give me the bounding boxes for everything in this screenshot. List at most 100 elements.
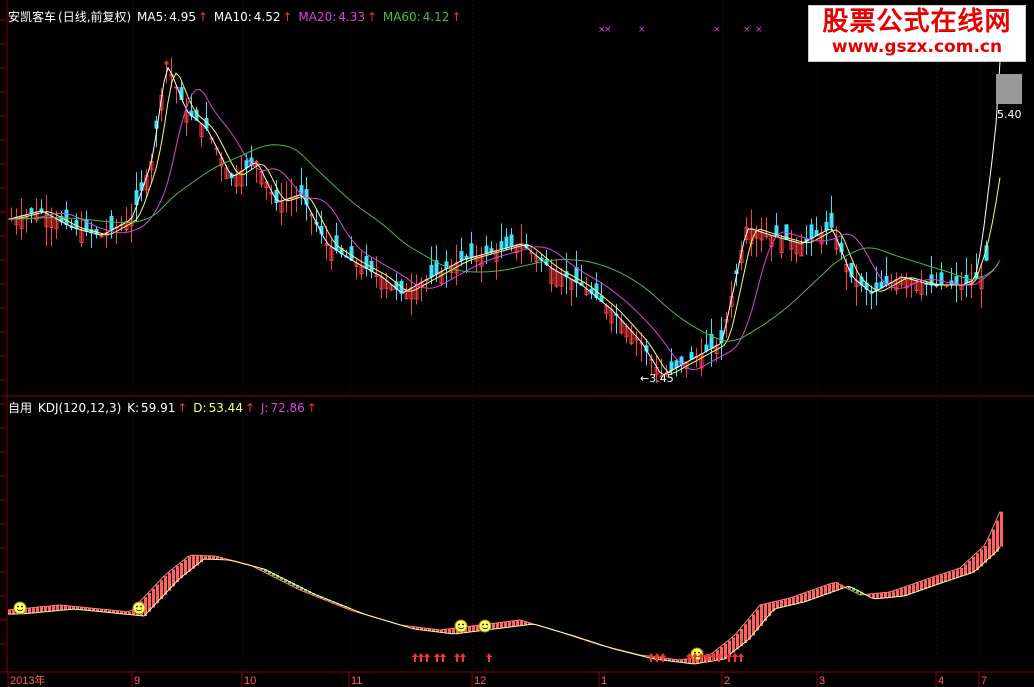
kdj-bar	[504, 622, 507, 628]
candle-body	[39, 208, 44, 212]
up-arrow-icon: ↑	[306, 401, 317, 415]
watermark-logo: 股票公式在线网 www.gszx.com.cn	[808, 5, 1026, 62]
candle-body	[429, 264, 434, 278]
candle-body	[29, 208, 34, 214]
kdj-bar	[52, 605, 55, 612]
kdj-bar	[892, 591, 895, 598]
cross-marker: ×	[713, 25, 721, 35]
kdj-bar	[492, 623, 495, 630]
kdj-bar	[872, 593, 875, 598]
left-axis-ticks	[0, 19, 6, 645]
candle-body	[499, 241, 504, 250]
candlesticks	[9, 57, 989, 384]
time-axis-label: 7	[981, 675, 987, 687]
kdj-bar	[44, 606, 47, 612]
kdj-bar	[36, 607, 39, 613]
d-label: D:	[193, 401, 207, 415]
candle-body	[469, 243, 474, 258]
indicator-params: KDJ(120,12,3)	[37, 401, 122, 415]
k-value: 59.91	[141, 401, 176, 415]
up-arrow-icon: ↑	[366, 10, 378, 24]
kdj-bar	[988, 538, 991, 560]
time-axis-label: 3	[819, 675, 825, 687]
up-arrow-icon: ↑	[244, 401, 256, 415]
up-arrow-icon: ↑	[177, 401, 188, 415]
kdj-bar	[452, 628, 455, 634]
signal-markers: ×× × × × ×	[13, 25, 763, 662]
kdj-bar	[508, 621, 511, 628]
k-label: K:	[127, 401, 140, 415]
indicator-name: 自用	[8, 401, 33, 415]
stock-chart[interactable]: ×× × × × × 2013年 9 10 11 12 1 2 3 4 7	[0, 0, 1034, 687]
ma5-value: 4.95	[169, 10, 196, 24]
kdj-bar	[8, 610, 11, 614]
smiley-icon	[132, 601, 146, 615]
candle-body	[459, 251, 464, 261]
kdj-bar	[448, 629, 451, 634]
grid-dots	[132, 0, 981, 672]
smiley-eye	[21, 605, 23, 608]
kdj-indicator	[7, 511, 1003, 665]
kdj-bar	[896, 589, 899, 597]
candle-body	[364, 255, 369, 269]
kdj-bar	[792, 597, 795, 605]
kdj-bar	[60, 605, 63, 611]
kdj-bar	[888, 592, 891, 598]
kdj-bar	[444, 629, 447, 633]
kdj-bar	[516, 620, 519, 627]
kdj-bar	[56, 605, 59, 611]
buy-arrow-icon	[424, 653, 430, 662]
cross-marker: ×	[638, 25, 646, 35]
kdj-bar	[500, 622, 503, 629]
time-axis-label: 10	[244, 675, 256, 687]
candle-body	[689, 352, 694, 360]
smiley-eye	[136, 605, 138, 608]
candle-body	[669, 361, 674, 371]
high-marker-box	[996, 74, 1022, 104]
kdj-bar	[876, 593, 879, 599]
kdj-bar	[472, 626, 475, 632]
smiley-icon	[13, 601, 27, 615]
ma20-label: MA20:	[298, 10, 337, 24]
buy-arrow-icon	[412, 653, 418, 662]
j-label: J:	[260, 401, 269, 415]
buy-arrow-icon	[418, 653, 424, 662]
candle-body	[349, 246, 354, 261]
candle-body	[829, 212, 834, 228]
ma60-value: 4.12	[422, 10, 450, 24]
kdj-bar	[968, 560, 971, 574]
cross-marker: ×	[755, 25, 763, 35]
kdj-bar	[684, 659, 687, 663]
buy-arrow-icon	[732, 653, 738, 662]
smiley-icon	[454, 619, 468, 633]
buy-arrow-icon	[454, 653, 460, 662]
smiley-eye	[17, 605, 19, 608]
time-axis-label: 11	[351, 675, 362, 687]
buy-arrow-icon	[738, 653, 744, 662]
smiley-eye	[458, 623, 460, 626]
kdj-bar	[32, 607, 35, 614]
kdj-bar	[720, 647, 723, 660]
kdj-bar	[884, 592, 887, 598]
smiley-eye	[486, 623, 488, 626]
stock-name: 安凯客车	[8, 10, 57, 24]
time-axis-label: 2013年	[10, 673, 45, 687]
kdj-bar	[900, 588, 903, 597]
ma20-value: 4.33	[338, 10, 365, 24]
time-axis-label: 9	[134, 675, 140, 687]
candle-body	[244, 160, 249, 169]
up-arrow-icon: ↑	[282, 10, 293, 24]
kdj-bar	[972, 556, 975, 573]
candle-body	[509, 234, 514, 248]
d-line	[8, 546, 1001, 665]
cross-marker: ×	[743, 25, 751, 35]
watermark-title: 股票公式在线网	[822, 7, 1012, 37]
buy-arrow-icon	[486, 653, 492, 662]
low-price-label: ←3.45	[640, 372, 674, 385]
smiley-icon	[478, 619, 492, 633]
candle-body	[674, 360, 679, 368]
chart-frame	[0, 0, 1034, 673]
kdj-bar	[780, 600, 783, 608]
kdj-bar	[800, 594, 803, 603]
kdj-bar	[744, 624, 747, 643]
